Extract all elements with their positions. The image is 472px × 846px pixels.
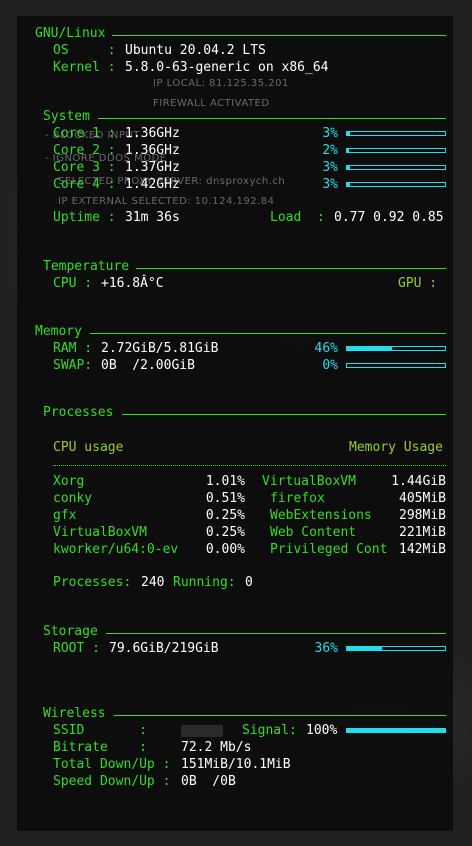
load-value: 0.77 0.92 0.85 xyxy=(334,210,444,225)
section-header-processes: Processes xyxy=(43,405,114,420)
section-rule xyxy=(136,268,446,269)
section-header-gnu: GNU/Linux xyxy=(35,26,106,41)
core-label: Core 4 : xyxy=(53,177,116,192)
uptime-value: 31m 36s xyxy=(125,210,180,225)
total-down-up-label: Total Down/Up : xyxy=(53,757,171,772)
section-rule xyxy=(106,633,446,634)
core-label: Core 1 : xyxy=(53,126,116,141)
section-header-wireless: Wireless xyxy=(43,706,106,721)
wallpaper-ip-local: IP LOCAL: 81.125.35.201 xyxy=(153,78,289,89)
uptime-label: Uptime : xyxy=(53,210,116,225)
mem-process-name: firefox xyxy=(270,491,325,506)
cpu-process-name: VirtualBoxVM xyxy=(53,525,147,540)
running-count-value: 0 xyxy=(245,575,253,590)
section-rule xyxy=(112,35,446,36)
os-label: OS : xyxy=(53,43,116,58)
process-divider xyxy=(53,465,446,466)
speed-down-up-value: 0B /0B xyxy=(181,774,236,789)
root-usage-bar xyxy=(346,646,446,651)
cpu-temp-label: CPU : xyxy=(53,276,93,291)
core-percent: 2% xyxy=(322,143,338,158)
core-freq: 1.37GHz xyxy=(125,160,180,175)
signal-label: Signal: xyxy=(242,723,297,738)
mem-process-value: 221MiB xyxy=(399,525,446,540)
bitrate-label: Bitrate : xyxy=(53,740,147,755)
kernel-value: 5.8.0-63-generic on x86_64 xyxy=(125,60,329,75)
mem-process-name: WebExtensions xyxy=(270,508,372,523)
mem-process-value: 142MiB xyxy=(399,542,446,557)
mem-process-value: 405MiB xyxy=(399,491,446,506)
cpu-process-name: kworker/u64:0-ev xyxy=(53,542,179,557)
root-label: ROOT : xyxy=(53,641,100,656)
mem-process-value: 298MiB xyxy=(399,508,446,523)
ram-value: 2.72GiB/5.81GiB xyxy=(101,341,219,356)
cpu-process-name: gfx xyxy=(53,508,77,523)
speed-down-up-label: Speed Down/Up : xyxy=(53,774,171,789)
gpu-temp-label: GPU : xyxy=(398,276,438,291)
core-usage-bar xyxy=(346,131,446,136)
mem-process-name: VirtualBoxVM xyxy=(262,474,356,489)
section-header-storage: Storage xyxy=(43,624,98,639)
wallpaper-firewall: FIREWALL ACTIVATED xyxy=(153,98,270,109)
core-label: Core 2 : xyxy=(53,143,116,158)
cpu-usage-header: CPU usage xyxy=(53,440,124,455)
root-value: 79.6GiB/219GiB xyxy=(109,641,219,656)
ram-usage-bar xyxy=(346,346,446,351)
section-rule xyxy=(122,414,446,415)
core-usage-bar xyxy=(346,182,446,187)
running-count-label: Running: xyxy=(173,575,236,590)
swap-value: 0B /2.00GiB xyxy=(101,358,195,373)
os-value: Ubuntu 20.04.2 LTS xyxy=(125,43,266,58)
root-percent: 36% xyxy=(314,641,338,656)
wallpaper-ip-external: IP EXTERNAL SELECTED: 10.124.192.84 xyxy=(58,196,275,207)
core-freq: 1.42GHz xyxy=(125,177,180,192)
core-percent: 3% xyxy=(322,160,338,175)
cpu-process-value: 0.00% xyxy=(205,542,245,557)
mem-process-name: Web Content xyxy=(270,525,357,540)
swap-label: SWAP: xyxy=(53,358,93,373)
swap-percent: 0% xyxy=(322,358,338,373)
kernel-label: Kernel : xyxy=(53,60,116,75)
process-count-value: 240 xyxy=(141,575,165,590)
mem-process-value: 1.44GiB xyxy=(391,474,446,489)
cpu-process-name: Xorg xyxy=(53,474,85,489)
section-rule xyxy=(114,715,446,716)
signal-value: 100% xyxy=(306,723,338,738)
signal-strength-bar xyxy=(346,728,446,733)
bitrate-value: 72.2 Mb/s xyxy=(181,740,252,755)
load-label: Load : xyxy=(270,210,325,225)
cpu-temp-value: +16.8Â°C xyxy=(101,276,164,291)
process-count-label: Processes: xyxy=(53,575,132,590)
mem-process-name: Privileged Cont xyxy=(270,542,388,557)
section-rule xyxy=(90,333,446,334)
core-usage-bar xyxy=(346,165,446,170)
cpu-process-value: 1.01% xyxy=(205,474,245,489)
cpu-process-value: 0.25% xyxy=(205,525,245,540)
core-freq: 1.36GHz xyxy=(125,126,180,141)
cpu-process-name: conky xyxy=(53,491,93,506)
core-freq: 1.36GHz xyxy=(125,143,180,158)
section-header-memory: Memory xyxy=(35,324,82,339)
ssid-label: SSID : xyxy=(53,723,147,738)
section-header-temperature: Temperature xyxy=(43,259,130,274)
cpu-process-value: 0.51% xyxy=(205,491,245,506)
total-down-up-value: 151MiB/10.1MiB xyxy=(181,757,291,772)
ssid-redacted xyxy=(181,725,223,737)
swap-usage-bar xyxy=(346,363,446,368)
ram-label: RAM : xyxy=(53,341,93,356)
core-usage-bar xyxy=(346,148,446,153)
cpu-process-value: 0.25% xyxy=(205,508,245,523)
core-percent: 3% xyxy=(322,126,338,141)
ram-percent: 46% xyxy=(314,341,338,356)
core-percent: 3% xyxy=(322,177,338,192)
core-label: Core 3 : xyxy=(53,160,116,175)
section-rule xyxy=(98,118,446,119)
section-header-system: System xyxy=(43,109,90,124)
memory-usage-header: Memory Usage xyxy=(349,440,443,455)
